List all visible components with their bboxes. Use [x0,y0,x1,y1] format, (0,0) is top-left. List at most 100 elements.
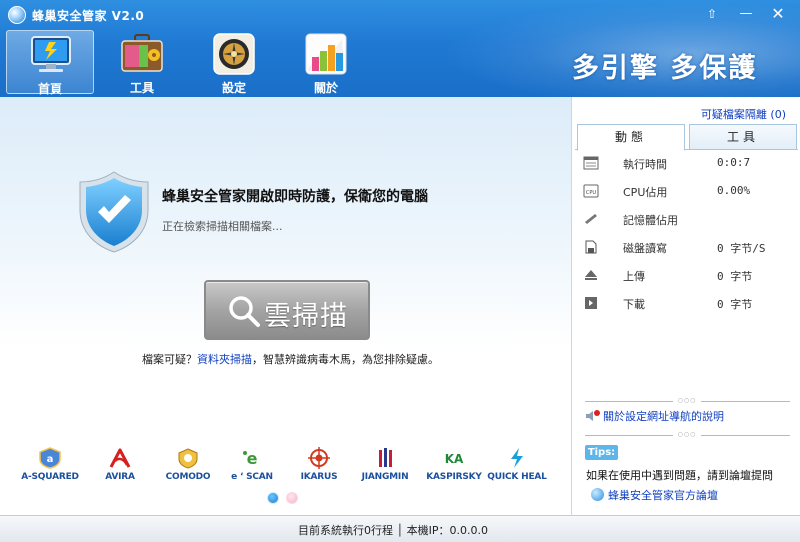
stat-label: 磁盤讀寫 [623,242,667,255]
close-button[interactable]: ✕ [768,5,788,23]
app-header: 蜂巢安全管家 V2.0 ⇧ — ✕ 首頁 工具 設定 關於 多引擎 多保護 [0,0,800,97]
carousel-dot-1[interactable] [267,492,279,504]
nav-label-settings: 設定 [221,81,246,95]
engine-avira: AVIRA [84,447,156,489]
hint-prefix: 檔案可疑？ [142,353,197,366]
stat-run-time: 執行時間 0:0:7 [581,153,793,175]
scan-status: 正在檢索掃描相關檔案... [162,220,283,233]
nav-label-tools: 工具 [129,81,154,95]
pin-button[interactable]: ⇧ [702,5,722,23]
stat-upload: 上傳 0 字节 [581,265,793,287]
tab-activity[interactable]: 動態 [577,124,685,151]
nav-help-link[interactable]: 關於設定網址導航的說明 [585,408,724,424]
stat-cpu: CPU CPU佔用 0.00% [581,181,793,203]
engine-name: A-SQUARED [21,472,79,482]
quarantine-link[interactable]: 可疑檔案隔離 (0) [701,106,786,122]
engine-escan: e e ‘ SCAN [216,447,288,489]
disk-icon [585,240,597,254]
toolbox-icon [121,34,163,72]
engine-comodo: COMODO [152,447,224,489]
avira-logo-icon [109,448,131,468]
stat-label: 下載 [623,298,645,311]
engine-quick-heal: QUICK HEAL [481,447,553,489]
scan-hint: 檔案可疑？資料夾掃描，智慧辨識病毒木馬，為您排除疑慮。 [142,351,439,367]
kaspirsky-logo-icon: KA [445,452,464,466]
engine-name: QUICK HEAL [487,472,547,482]
forum-link[interactable]: 蜂巢安全管家官方論壇 [591,487,718,503]
slogan: 多引擎 多保護 [572,53,758,84]
search-icon [229,296,260,327]
engine-a-squared: a A-SQUARED [14,447,86,489]
clock-icon [583,156,599,170]
tips-text: 如果在使用中遇到問題，請到論壇提問 [586,469,773,482]
folder-scan-link[interactable]: 資料夾掃描 [197,353,252,366]
shield-check-icon [79,171,149,253]
memory-icon [585,214,597,224]
speaker-icon [586,410,600,421]
app-logo-icon [8,6,26,24]
cpu-icon: CPU [583,184,599,198]
app-title: 蜂巢安全管家 V2.0 [32,9,145,23]
svg-text:CPU: CPU [586,190,597,196]
stat-label: CPU佔用 [623,186,668,199]
cloud-scan-label: 雲掃描 [264,301,348,332]
engine-name: KASPIRSKY [426,472,482,482]
stat-label: 記憶體佔用 [623,214,678,227]
nav-item-about[interactable]: 關於 [282,30,370,95]
nav-label-home: 首頁 [37,82,62,96]
escan-logo-icon: e [243,449,258,468]
stat-value: 0:0:7 [717,156,751,169]
a-squared-logo-icon: a [39,447,61,469]
globe-icon [591,488,604,501]
right-panel: 可疑檔案隔離 (0) 動態 工具 執行時間 0:0:7 CPU CPU佔用 0.… [573,97,800,515]
svg-text:KA: KA [445,452,464,466]
nav-item-settings[interactable]: 設定 [190,30,278,95]
minimize-button[interactable]: — [736,5,756,23]
cloud-scan-button[interactable]: 雲掃描 [204,280,370,340]
status-text: 目前系統執行0行程 │ 本機IP：0.0.0.0 [298,524,488,537]
status-bar: 目前系統執行0行程 │ 本機IP：0.0.0.0 [0,515,800,542]
engine-name: AVIRA [105,472,135,482]
svg-text:e: e [247,449,258,468]
nav-help-label: 關於設定網址導航的說明 [603,410,724,423]
nav-item-home[interactable]: 首頁 [6,30,94,96]
download-icon [585,297,597,309]
jiangmin-logo-icon [379,448,392,467]
right-tabbar: 動態 工具 [575,124,798,151]
upload-icon [585,270,597,280]
ikarus-logo-icon [308,447,330,469]
stat-label: 上傳 [623,270,645,283]
engine-name: IKARUS [300,472,338,482]
svg-text:a: a [47,454,54,465]
stat-label: 執行時間 [623,158,667,171]
quick-heal-logo-icon [511,448,523,468]
tips-badge: Tips: [585,445,618,460]
section-divider: ○○○ [585,398,790,404]
forum-link-label: 蜂巢安全管家官方論壇 [608,489,718,502]
stat-value: 0 字节 [717,298,753,311]
main-panel: 蜂巢安全管家開啟即時防護，保衛您的電腦 正在檢索掃描相關檔案... 雲掃描 檔案… [0,97,572,515]
section-divider: ○○○ [585,432,790,438]
nav-label-about: 關於 [313,81,338,95]
title-bar[interactable]: 蜂巢安全管家 V2.0 ⇧ — ✕ [0,0,800,30]
protection-title: 蜂巢安全管家開啟即時防護，保衛您的電腦 [162,189,428,205]
engine-name: e ‘ SCAN [231,472,273,482]
monitor-icon [31,36,71,72]
about-icon [305,33,347,75]
stat-download: 下載 0 字节 [581,293,793,315]
comodo-logo-icon [178,448,198,469]
stat-value: 0.00% [717,184,751,197]
engine-name: COMODO [165,472,211,482]
carousel-dot-2[interactable] [286,492,298,504]
nav-item-tools[interactable]: 工具 [98,30,186,95]
hint-suffix: ，智慧辨識病毒木馬，為您排除疑慮。 [252,353,439,366]
engine-ikarus: IKARUS [283,447,355,489]
stat-memory: 記憶體佔用 [581,209,793,231]
stat-disk: 磁盤讀寫 0 字节/S [581,237,793,259]
tab-tools[interactable]: 工具 [689,124,797,150]
stat-value: 0 字节 [717,270,753,283]
stat-value: 0 字节/S [717,242,766,255]
engine-kaspirsky: KA KASPIRSKY [418,447,490,489]
engine-name: JIANGMIN [361,472,409,482]
settings-icon [213,33,255,75]
